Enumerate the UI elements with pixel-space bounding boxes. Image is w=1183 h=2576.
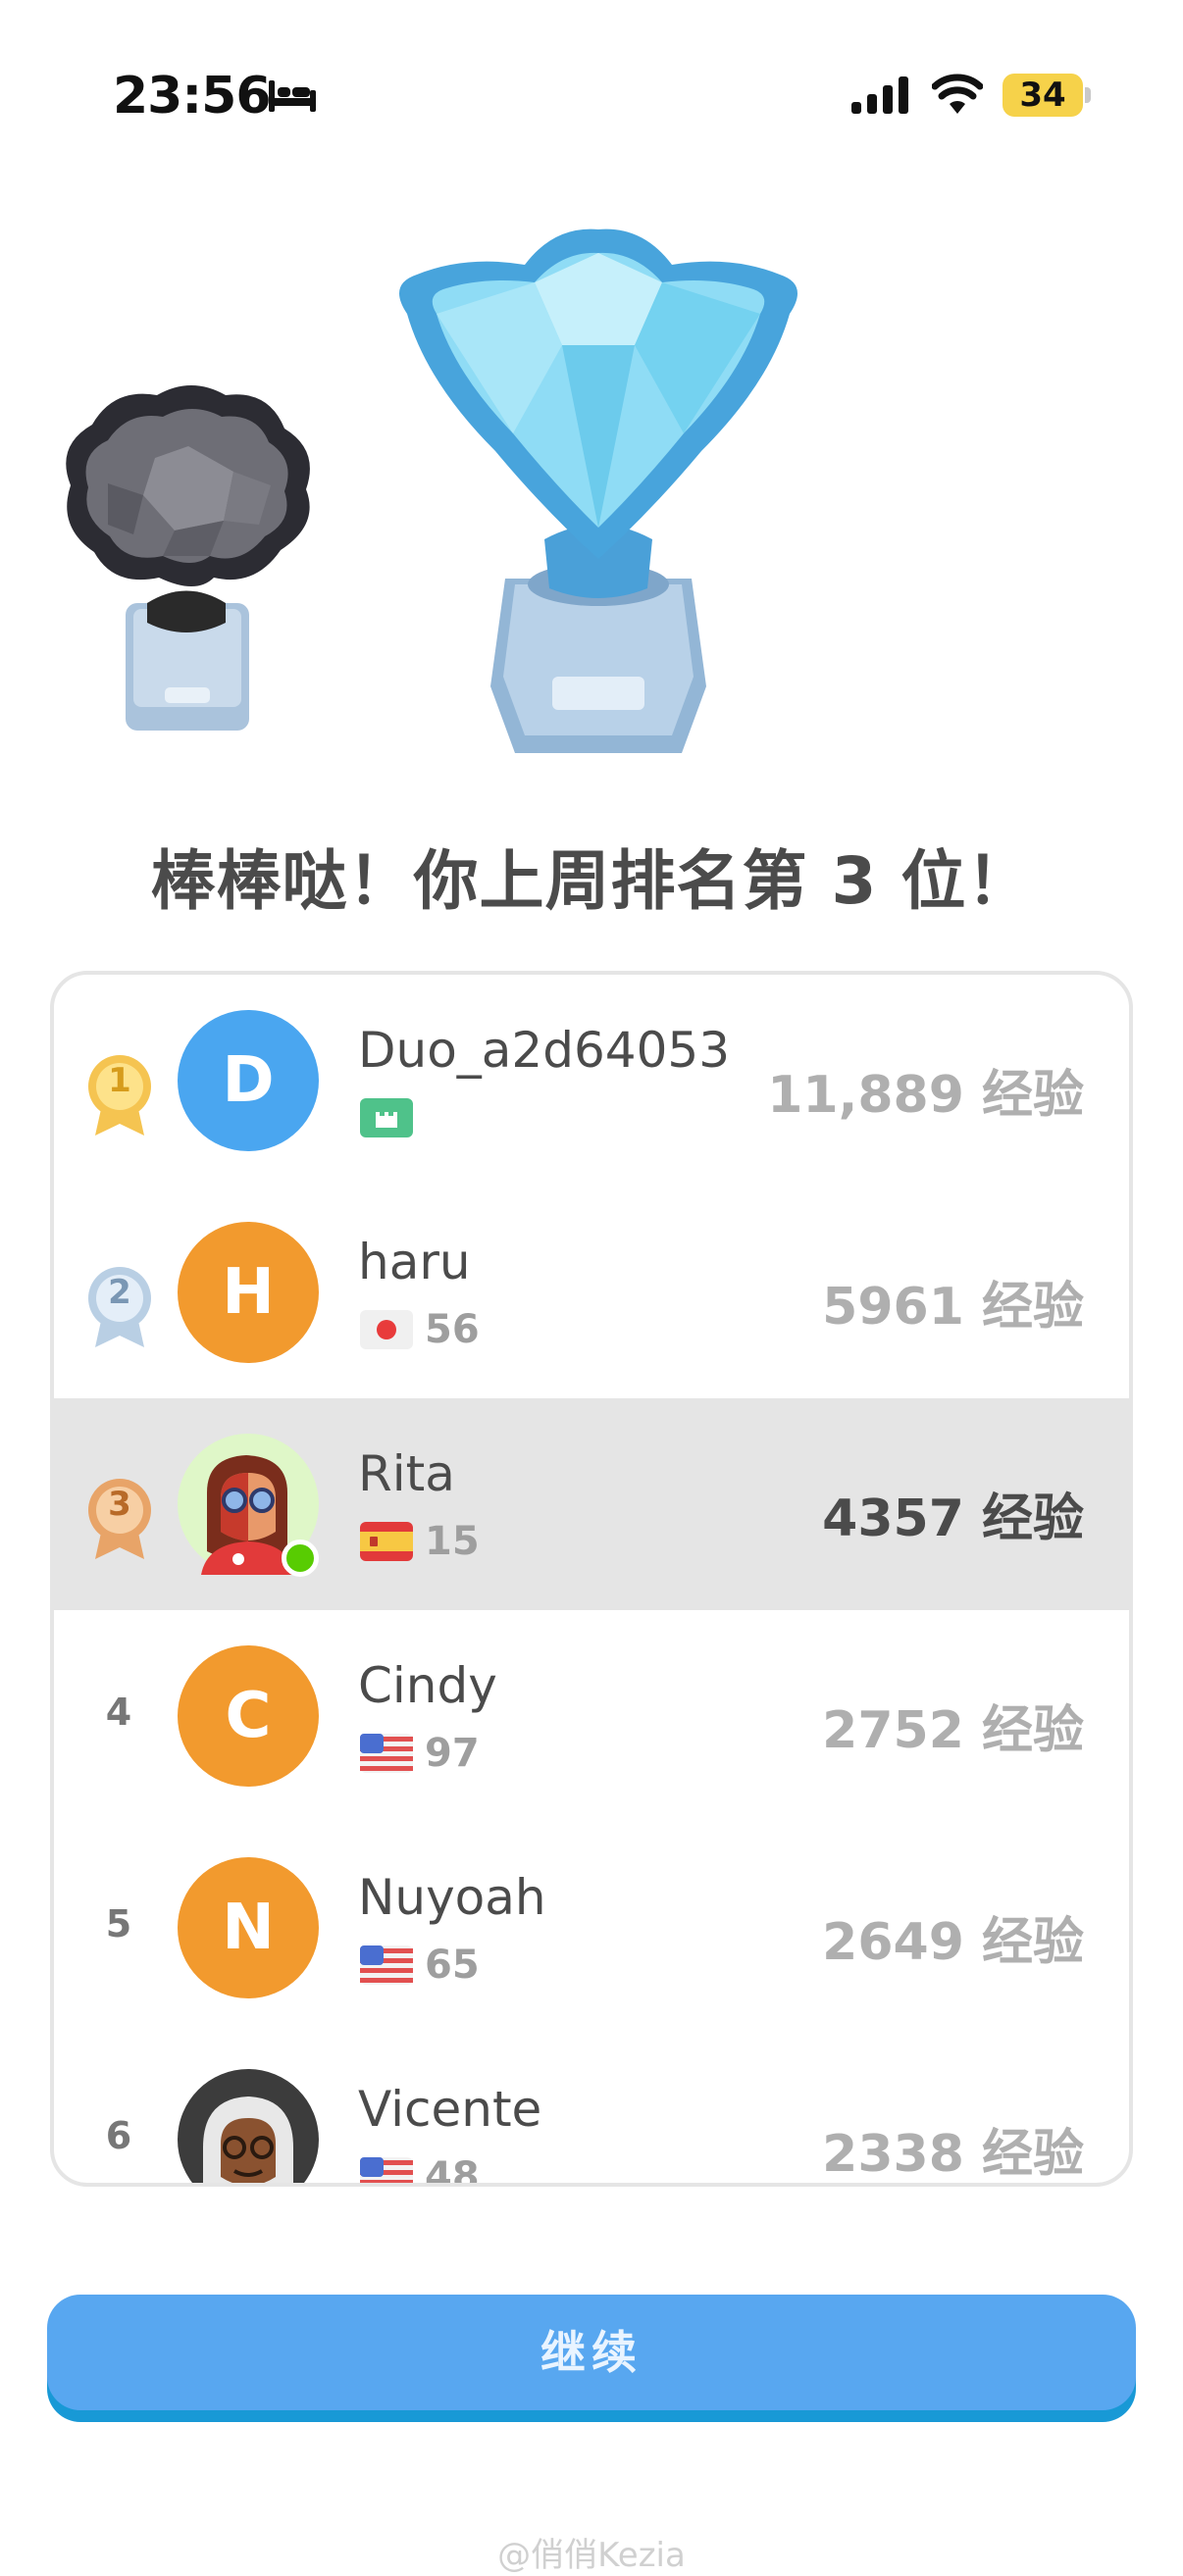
- continue-button[interactable]: 继续: [47, 2295, 1136, 2410]
- leaderboard-row[interactable]: 2 H haru 56 5961 经验: [54, 1187, 1129, 1398]
- user-streak: 65: [425, 1943, 480, 1988]
- rank-number: 1: [108, 1061, 131, 1100]
- xp-value: 2649 经验: [822, 1913, 1084, 1972]
- user-streak: 97: [425, 1731, 480, 1776]
- leaderboard-row-current-user[interactable]: 3 Rita 15 4357 经验: [54, 1398, 1129, 1610]
- obsidian-trophy-icon: [66, 385, 310, 731]
- user-name[interactable]: Nuyoah: [358, 1869, 546, 1926]
- user-name[interactable]: haru: [358, 1234, 471, 1290]
- battery-indicator: 34: [1003, 74, 1083, 117]
- user-name[interactable]: Vicente: [358, 2081, 541, 2138]
- wifi-icon: [932, 74, 983, 114]
- spain-flag-icon: [360, 1522, 413, 1561]
- xp-value: 2338 经验: [822, 2125, 1084, 2184]
- avatar[interactable]: D: [178, 1010, 319, 1151]
- diamond-trophy-icon: [399, 228, 797, 753]
- user-streak: 56: [425, 1307, 480, 1352]
- watermark: @俏俏Kezia: [497, 2536, 686, 2575]
- rank-number: 4: [105, 1691, 132, 1734]
- page-title: 棒棒哒！你上周排名第 3 位！: [150, 843, 1033, 919]
- xp-value: 2752 经验: [822, 1701, 1084, 1760]
- us-flag-icon: [360, 2157, 413, 2183]
- user-streak: 15: [425, 1519, 480, 1564]
- avatar[interactable]: [178, 2069, 319, 2187]
- battery-level: 34: [1019, 76, 1066, 115]
- status-bar: 23:56 34: [0, 0, 1183, 196]
- user-name[interactable]: Cindy: [358, 1657, 497, 1714]
- leaderboard-row[interactable]: 6 Vicente 48 2338 经验: [54, 2034, 1129, 2187]
- leaderboard-row[interactable]: 1 D Duo_a2d64053 11,889 经验: [54, 975, 1129, 1187]
- battery-tip: [1085, 87, 1091, 103]
- avatar[interactable]: C: [178, 1645, 319, 1787]
- xp-value: 4357 经验: [822, 1490, 1084, 1548]
- japan-flag-icon: [360, 1310, 413, 1349]
- leaderboard-row[interactable]: 4 C Cindy 97 2752 经验: [54, 1610, 1129, 1822]
- user-name[interactable]: Rita: [358, 1445, 455, 1502]
- rank-number: 5: [105, 1902, 132, 1945]
- castle-icon: [360, 1098, 413, 1137]
- online-status-dot: [282, 1540, 319, 1577]
- sleep-focus-icon: [269, 80, 316, 112]
- rank-number: 6: [105, 2114, 132, 2157]
- xp-value: 5961 经验: [822, 1278, 1084, 1337]
- leaderboard-row[interactable]: 5 N Nuyoah 65 2649 经验: [54, 1822, 1129, 2034]
- us-flag-icon: [360, 1734, 413, 1773]
- user-streak: 48: [425, 2154, 480, 2187]
- user-name[interactable]: Duo_a2d64053: [358, 1022, 730, 1079]
- rank-number: 3: [108, 1485, 131, 1524]
- avatar[interactable]: H: [178, 1222, 319, 1363]
- us-flag-icon: [360, 1945, 413, 1985]
- cellular-signal-icon: [851, 76, 908, 114]
- rank-number: 2: [108, 1273, 131, 1312]
- status-time: 23:56: [113, 67, 272, 126]
- xp-value: 11,889 经验: [767, 1066, 1084, 1125]
- avatar[interactable]: N: [178, 1857, 319, 1998]
- leaderboard-card: 1 D Duo_a2d64053 11,889 经验 2 H haru 56 5…: [50, 971, 1133, 2187]
